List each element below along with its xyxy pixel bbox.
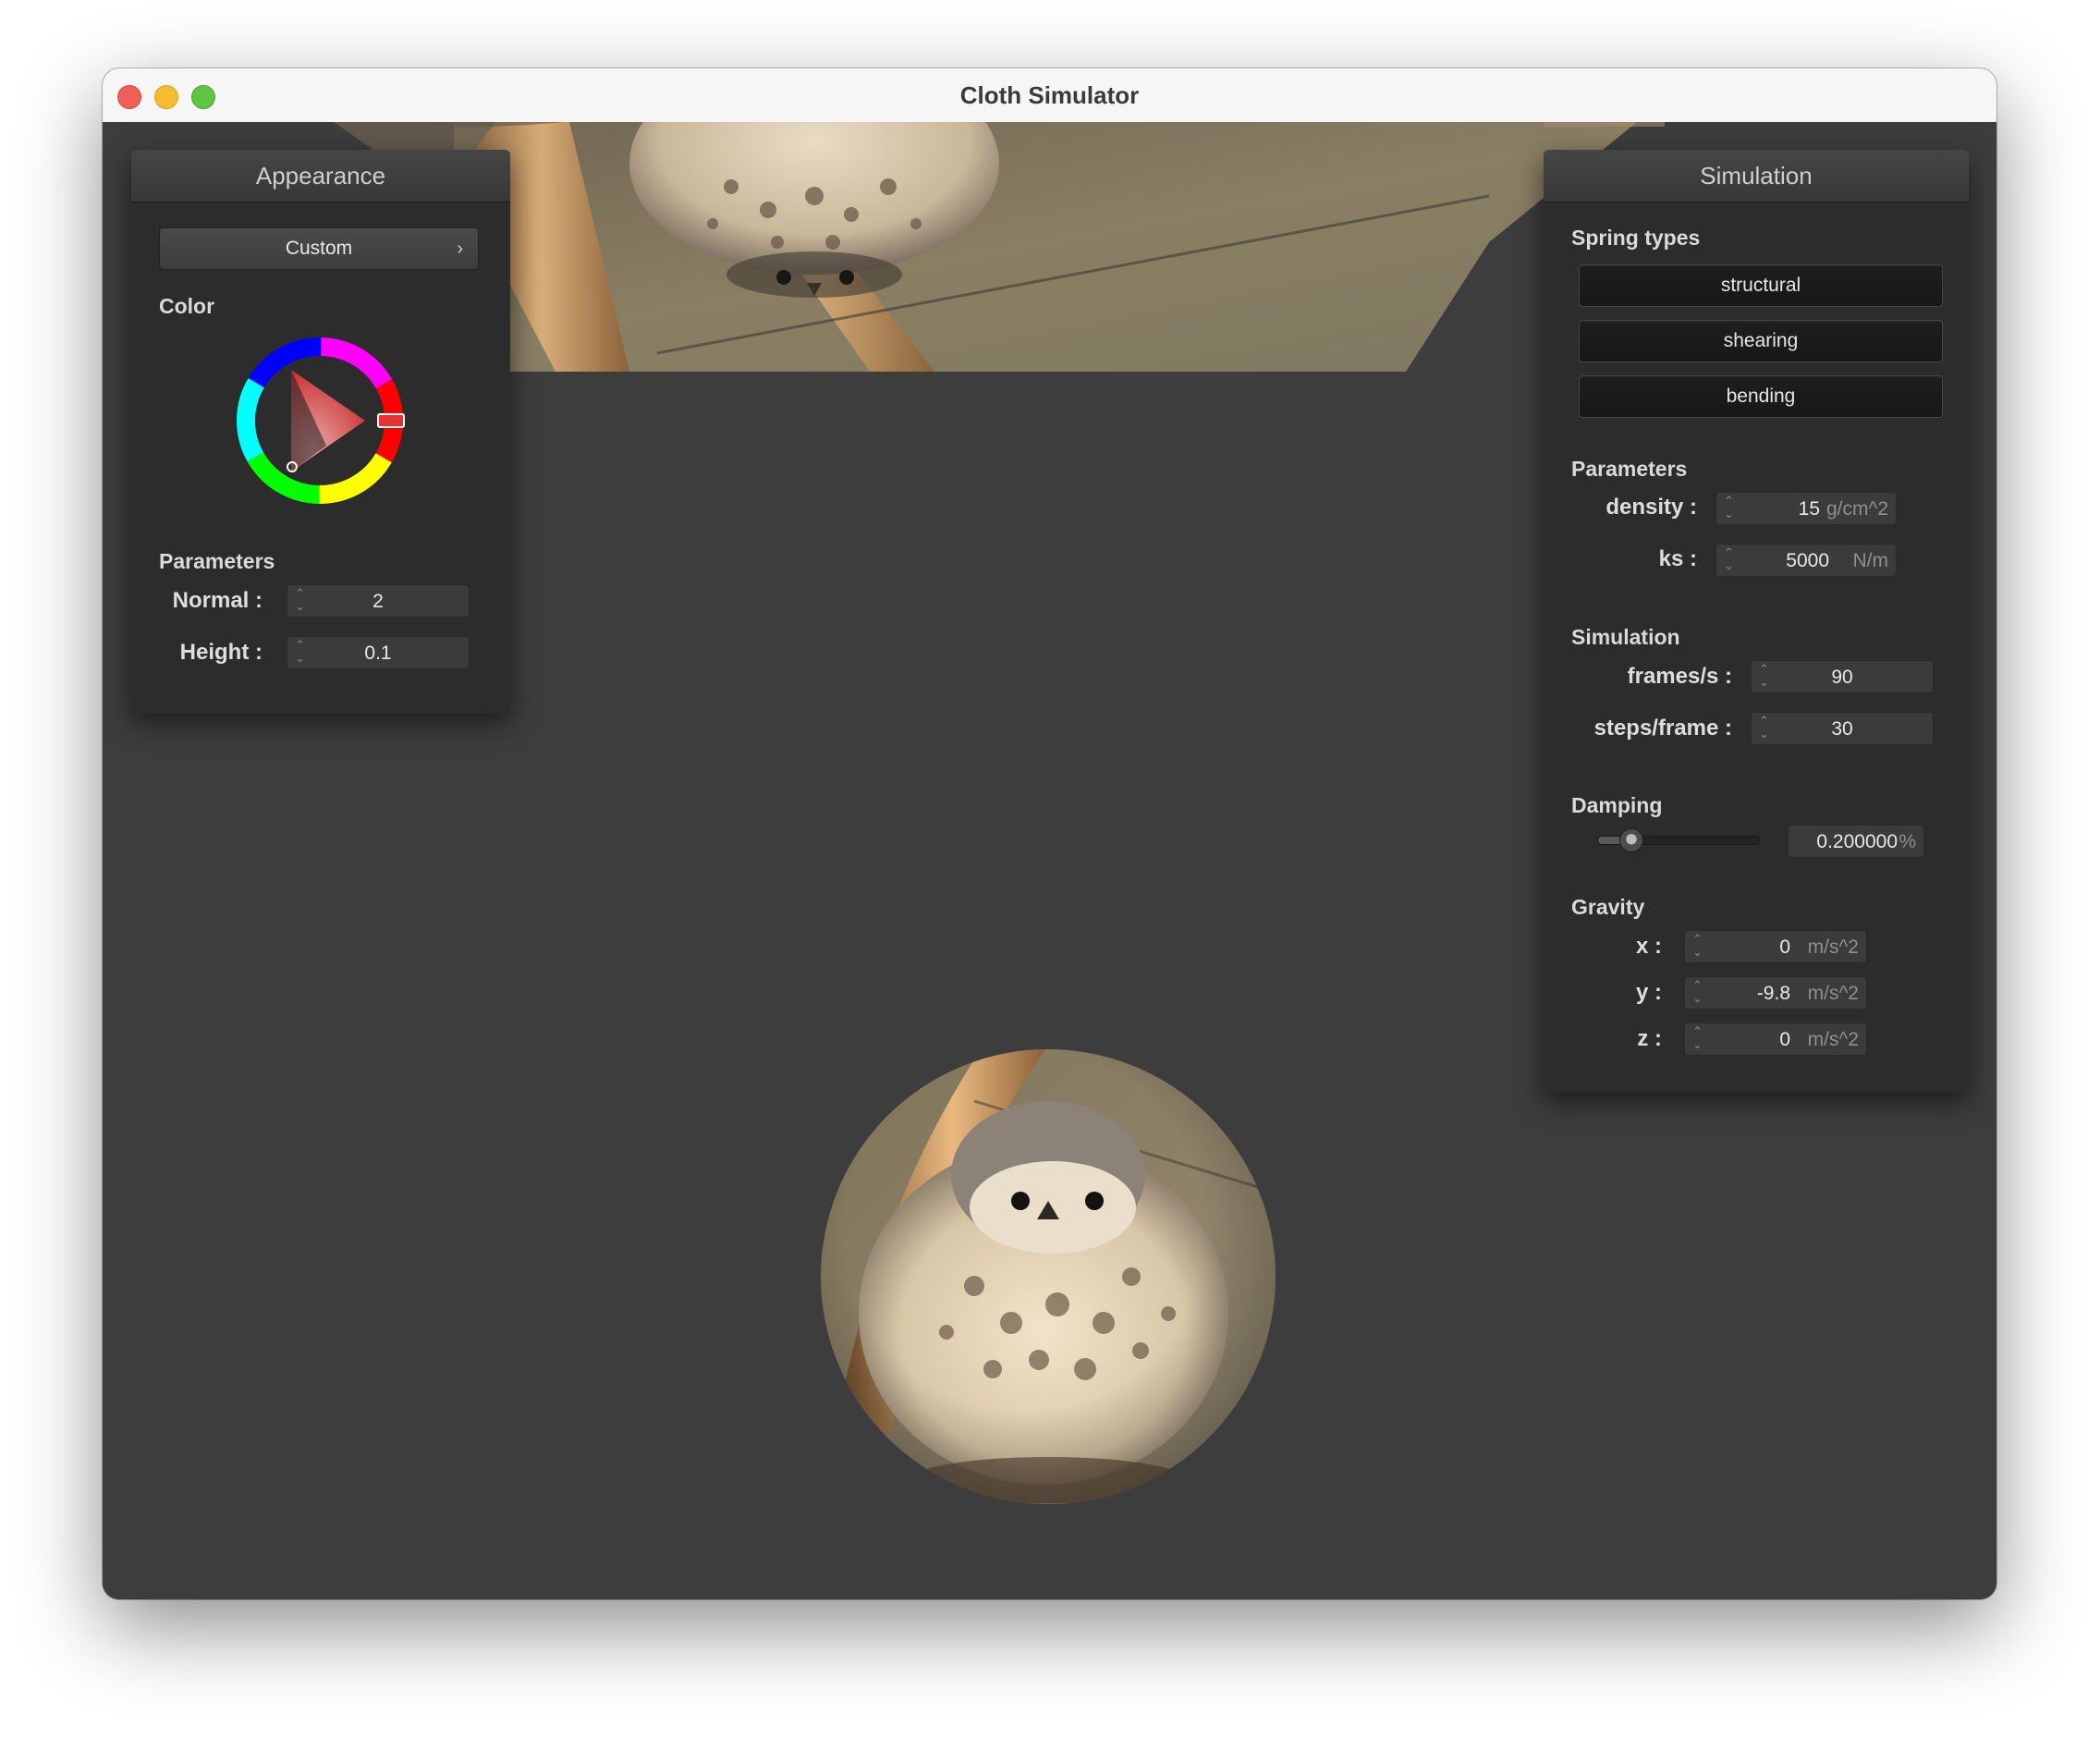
frames-per-second-input[interactable]: ⌃ ⌄ 90 xyxy=(1751,660,1934,693)
damping-slider-handle[interactable] xyxy=(1618,828,1643,852)
stepper-icon[interactable]: ⌃ ⌄ xyxy=(1692,979,1703,1005)
gravity-x-value: 0 xyxy=(1779,936,1790,958)
cloth-mesh xyxy=(334,122,1683,372)
chevron-right-icon: › xyxy=(457,239,463,259)
simulation-panel: Simulation Spring types structural shear… xyxy=(1544,150,1969,1093)
bending-toggle-button[interactable]: bending xyxy=(1579,375,1943,418)
stepper-icon[interactable]: ⌃ ⌄ xyxy=(1724,495,1734,520)
gravity-z-value: 0 xyxy=(1779,1029,1790,1050)
damping-value: 0.200000 xyxy=(1816,831,1898,852)
preset-dropdown-label: Custom xyxy=(285,238,353,259)
gravity-z-label: z : xyxy=(1637,1026,1662,1051)
density-input[interactable]: ⌃ ⌄ 15 g/cm^2 xyxy=(1715,492,1897,525)
stepper-icon[interactable]: ⌃ ⌄ xyxy=(1724,546,1734,572)
gravity-y-label: y : xyxy=(1635,980,1662,1005)
height-value: 0.1 xyxy=(364,643,392,664)
gravity-label: Gravity xyxy=(1571,895,1645,919)
gravity-x-unit: m/s^2 xyxy=(1807,936,1859,958)
stepper-icon[interactable]: ⌃ ⌄ xyxy=(1692,1025,1703,1051)
steps-per-frame-input[interactable]: ⌃ ⌄ 30 xyxy=(1751,712,1934,745)
appearance-params-label: Parameters xyxy=(159,549,275,573)
color-wheel[interactable] xyxy=(234,335,406,507)
spring-params-label: Parameters xyxy=(1571,457,1688,481)
color-section-label: Color xyxy=(159,294,215,318)
title-bar: Cloth Simulator xyxy=(103,68,1996,123)
structural-toggle-button[interactable]: structural xyxy=(1579,264,1943,307)
gravity-y-value: -9.8 xyxy=(1756,983,1790,1004)
damping-slider[interactable] xyxy=(1597,828,1760,852)
damping-unit: % xyxy=(1899,831,1916,852)
simulation-section-label: Simulation xyxy=(1571,625,1680,649)
render-viewport[interactable]: Appearance Custom › Color Parameters Nor… xyxy=(103,122,1996,1599)
preset-dropdown[interactable]: Custom › xyxy=(159,227,479,270)
height-label: Height : xyxy=(179,640,262,665)
window-title: Cloth Simulator xyxy=(959,81,1140,109)
damping-input[interactable]: 0.200000 % xyxy=(1788,825,1924,858)
textured-sphere xyxy=(821,1049,1276,1504)
ks-label: ks : xyxy=(1658,546,1697,571)
gravity-y-input[interactable]: ⌃ ⌄ -9.8 m/s^2 xyxy=(1684,976,1867,1010)
density-unit: g/cm^2 xyxy=(1825,498,1888,520)
gravity-x-label: x : xyxy=(1635,934,1662,959)
normal-input[interactable]: ⌃ ⌄ 2 xyxy=(287,584,470,618)
ks-input[interactable]: ⌃ ⌄ 5000 N/m xyxy=(1715,544,1897,577)
ks-value: 5000 xyxy=(1786,550,1829,571)
gravity-x-input[interactable]: ⌃ ⌄ 0 m/s^2 xyxy=(1684,930,1867,963)
frames-per-second-label: frames/s : xyxy=(1627,664,1732,689)
damping-label: Damping xyxy=(1571,793,1663,817)
appearance-panel-header[interactable]: Appearance xyxy=(131,150,510,202)
shearing-toggle-button[interactable]: shearing xyxy=(1579,320,1943,362)
app-window: Cloth Simulator Appearance Custom › Colo… xyxy=(103,68,1996,1599)
gravity-y-unit: m/s^2 xyxy=(1807,983,1859,1004)
simulation-panel-header[interactable]: Simulation xyxy=(1544,150,1969,202)
frames-per-second-value: 90 xyxy=(1831,667,1853,688)
gravity-z-unit: m/s^2 xyxy=(1807,1029,1859,1050)
spring-types-label: Spring types xyxy=(1571,226,1701,250)
steps-per-frame-label: steps/frame : xyxy=(1593,716,1732,740)
normal-value: 2 xyxy=(372,591,384,612)
normal-label: Normal : xyxy=(172,588,262,613)
height-input[interactable]: ⌃ ⌄ 0.1 xyxy=(287,636,470,669)
gravity-z-input[interactable]: ⌃ ⌄ 0 m/s^2 xyxy=(1684,1022,1867,1056)
density-value: 15 xyxy=(1798,498,1820,520)
steps-per-frame-value: 30 xyxy=(1831,718,1853,740)
appearance-panel: Appearance Custom › Color Parameters Nor… xyxy=(131,150,510,714)
stepper-icon[interactable]: ⌃ ⌄ xyxy=(1692,933,1703,959)
ks-unit: N/m xyxy=(1852,550,1889,571)
density-label: density : xyxy=(1606,495,1697,520)
